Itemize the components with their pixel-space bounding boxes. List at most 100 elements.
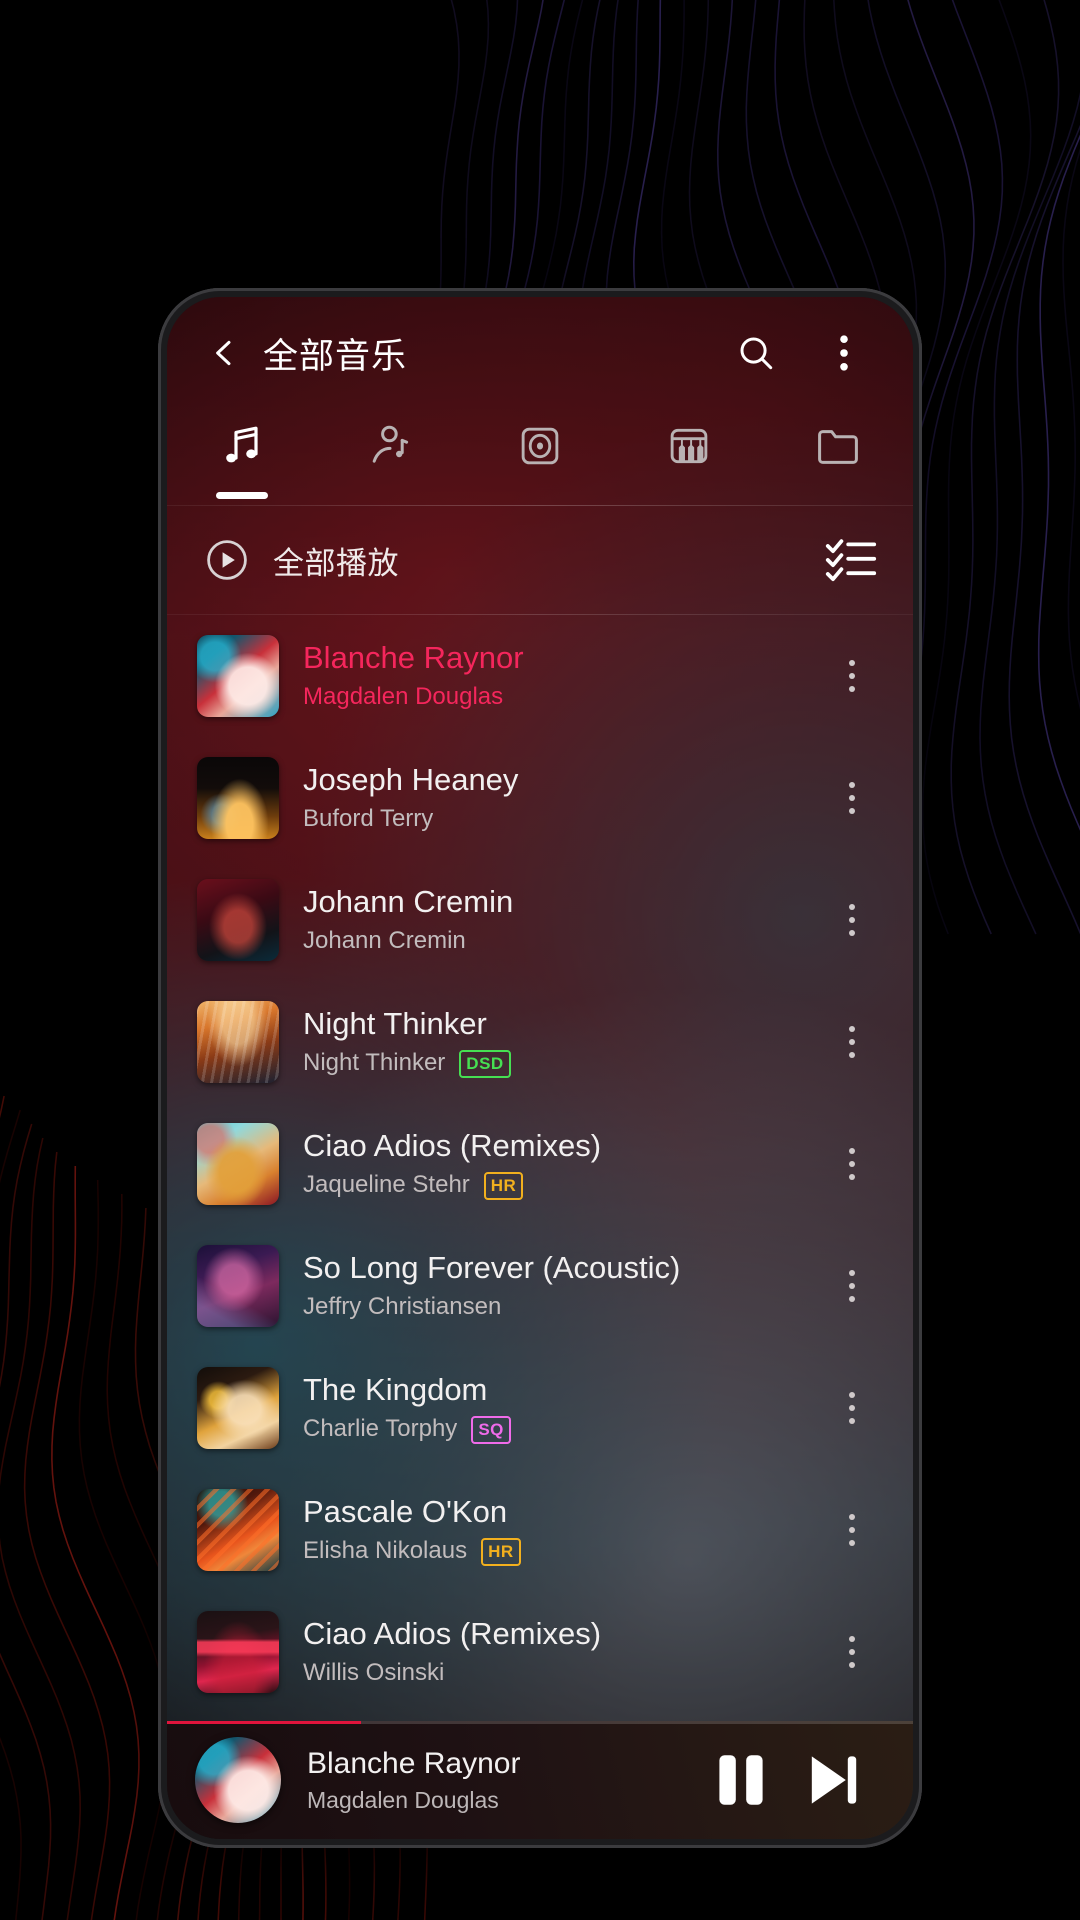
quality-badge: SQ [471,1415,511,1444]
song-title: Ciao Adios (Remixes) [303,1615,602,1651]
mini-player-text: Blanche Raynor Magdalen Douglas [307,1747,695,1814]
overflow-menu-icon [840,335,848,371]
song-row[interactable]: Ciao Adios (Remixes) Willis Osinski [167,1591,913,1713]
song-subtitle-line: Magdalen Douglas [303,683,821,712]
phone-frame: 全部音乐 全部播放 Blanche Raynor Magdalen Dougla… [158,288,922,1848]
song-subtitle-line: Jeffry Christiansen [303,1293,821,1322]
song-album-art [197,757,279,839]
tab-folders[interactable] [764,415,913,505]
song-subtitle-line: Night Thinker DSD [303,1049,821,1078]
app-bar: 全部音乐 [167,297,913,409]
song-title: Blanche Raynor [303,639,524,675]
tab-active-underline [215,492,268,499]
song-text: Johann Cremin Johann Cremin [303,884,821,956]
music-app: 全部音乐 全部播放 Blanche Raynor Magdalen Dougla… [167,297,913,1839]
song-overflow-button[interactable] [821,1124,883,1204]
song-subtitle-line: Charlie Torphy SQ [303,1415,821,1444]
song-row[interactable]: Pascale O'Kon Elisha Nikolaus HR [167,1469,913,1591]
overflow-menu-icon [849,660,855,692]
back-button[interactable] [201,330,247,376]
album-art-image [197,635,279,717]
song-title: So Long Forever (Acoustic) [303,1249,681,1285]
folder-icon [814,419,862,473]
search-button[interactable] [727,324,785,382]
play-all-button[interactable]: 全部播放 [203,536,399,584]
song-text: Blanche Raynor Magdalen Douglas [303,640,821,712]
song-overflow-button[interactable] [821,1490,883,1570]
mini-player-album-art[interactable] [195,1737,281,1823]
play-circle-icon [207,540,247,580]
pause-button[interactable] [695,1734,787,1826]
song-album-art [197,1123,279,1205]
search-icon [740,337,773,370]
song-overflow-button[interactable] [821,880,883,960]
song-title: Night Thinker [303,1005,487,1041]
song-artist: Elisha Nikolaus [303,1537,468,1565]
tab-songs[interactable] [167,415,316,505]
song-artist: Johann Cremin [303,927,466,955]
song-overflow-button[interactable] [821,1246,883,1326]
song-overflow-button[interactable] [821,1002,883,1082]
song-text: Ciao Adios (Remixes) Jaqueline Stehr HR [303,1128,821,1200]
song-text: Joseph Heaney Buford Terry [303,762,821,834]
song-text: The Kingdom Charlie Torphy SQ [303,1372,821,1444]
quality-badge: HR [483,1171,524,1200]
song-album-art [197,1489,279,1571]
mini-player-title: Blanche Raynor [307,1746,521,1780]
artist-icon [367,419,415,473]
tab-genres[interactable] [615,415,764,505]
song-artist: Night Thinker [303,1049,446,1077]
song-subtitle-line: Johann Cremin [303,927,821,956]
checklist-icon [825,539,877,582]
mini-player-artist: Magdalen Douglas [307,1786,499,1813]
mini-player[interactable]: Blanche Raynor Magdalen Douglas [167,1721,913,1839]
song-title: Pascale O'Kon [303,1493,508,1529]
song-album-art [197,1611,279,1693]
chevron-left-icon [216,340,231,366]
next-track-button[interactable] [787,1734,879,1826]
song-row[interactable]: Johann Cremin Johann Cremin [167,859,913,981]
play-all-label: 全部播放 [273,545,399,581]
song-text: So Long Forever (Acoustic) Jeffry Christi… [303,1250,821,1322]
song-album-art [197,1245,279,1327]
song-title: Joseph Heaney [303,761,519,797]
song-list[interactable]: Blanche Raynor Magdalen Douglas Joseph Hea… [167,615,913,1721]
song-row[interactable]: The Kingdom Charlie Torphy SQ [167,1347,913,1469]
overflow-menu-icon [849,782,855,814]
album-art-image [197,1367,279,1449]
song-artist: Charlie Torphy [303,1415,458,1443]
quality-badge: DSD [459,1049,511,1078]
song-row[interactable]: Night Thinker Night Thinker DSD [167,981,913,1103]
song-overflow-button[interactable] [821,1612,883,1692]
song-artist: Buford Terry [303,805,434,833]
overflow-menu-icon [849,1514,855,1546]
multi-select-button[interactable] [825,537,877,583]
song-row[interactable]: Blanche Raynor Magdalen Douglas [167,615,913,737]
song-album-art [197,1001,279,1083]
song-overflow-button[interactable] [821,636,883,716]
song-album-art [197,879,279,961]
overflow-menu-button[interactable] [815,324,873,382]
song-subtitle-line: Elisha Nikolaus HR [303,1537,821,1566]
song-title: Ciao Adios (Remixes) [303,1127,602,1163]
overflow-menu-icon [849,1270,855,1302]
song-overflow-button[interactable] [821,758,883,838]
tab-albums[interactable] [465,415,614,505]
music-note-icon [218,419,266,473]
song-album-art [197,635,279,717]
song-row[interactable]: Joseph Heaney Buford Terry [167,737,913,859]
tab-bar [167,409,913,505]
quality-badge: HR [481,1537,521,1566]
piano-keys-icon [666,419,712,473]
song-overflow-button[interactable] [821,1368,883,1448]
song-artist: Jeffry Christiansen [303,1293,502,1321]
page-title: 全部音乐 [263,336,408,376]
next-track-icon [811,1756,857,1804]
playback-progress-track[interactable] [167,1721,913,1724]
song-row[interactable]: So Long Forever (Acoustic) Jeffry Christi… [167,1225,913,1347]
song-row[interactable]: Ciao Adios (Remixes) Jaqueline Stehr HR [167,1103,913,1225]
song-subtitle-line: Buford Terry [303,805,821,834]
album-art-image [197,1123,279,1205]
album-art-image [195,1737,281,1823]
tab-artists[interactable] [316,415,465,505]
